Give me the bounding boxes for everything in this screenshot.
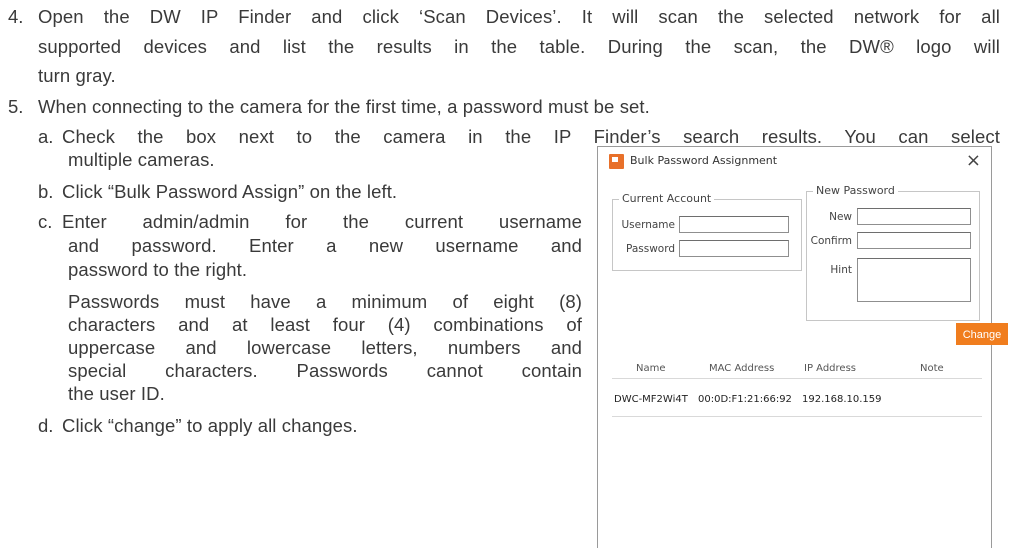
- step-5b-letter: b.: [38, 181, 54, 202]
- hint-input[interactable]: [857, 258, 971, 302]
- step-5c-line-2: and password. Enter a new username and: [68, 235, 582, 256]
- confirm-label: Confirm: [810, 235, 852, 247]
- step-4-line-2: supported devices and list the results i…: [38, 36, 1000, 57]
- current-username-input[interactable]: [679, 216, 789, 233]
- new-password-group: New Password New Confirm Hint: [806, 184, 980, 321]
- step-5b-line: Click “Bulk Password Assign” on the left…: [62, 181, 398, 202]
- change-button[interactable]: Change: [956, 323, 1008, 345]
- new-password-input[interactable]: [857, 208, 971, 225]
- confirm-password-input[interactable]: [857, 232, 971, 249]
- password-label: Password: [625, 243, 675, 255]
- bulk-password-dialog: Bulk Password Assignment × Current Accou…: [597, 146, 1008, 548]
- new-label: New: [829, 211, 852, 223]
- step-5-number: 5.: [8, 96, 24, 117]
- current-account-label: Current Account: [619, 192, 715, 205]
- column-header-note[interactable]: Note: [920, 363, 944, 374]
- column-header-ip[interactable]: IP Address: [804, 363, 856, 374]
- username-label: Username: [621, 219, 675, 231]
- step-5c-letter: c.: [38, 211, 53, 232]
- column-header-mac[interactable]: MAC Address: [709, 363, 774, 374]
- password-note-line-1: Passwords must have a minimum of eight (…: [68, 291, 582, 312]
- new-password-label: New Password: [813, 184, 898, 197]
- step-5c-line-3: password to the right.: [68, 259, 248, 280]
- password-note-line-3: uppercase and lowercase letters, numbers…: [68, 337, 582, 358]
- cell-mac: 00:0D:F1:21:66:92: [698, 394, 792, 405]
- close-icon[interactable]: ×: [966, 150, 981, 171]
- cell-ip: 192.168.10.159: [802, 394, 882, 405]
- step-5d-line: Click “change” to apply all changes.: [62, 415, 358, 436]
- dialog-title: Bulk Password Assignment: [630, 154, 778, 167]
- step-5-line: When connecting to the camera for the fi…: [38, 96, 650, 117]
- current-account-group: Current Account Username Password: [612, 192, 802, 271]
- step-4-line-3: turn gray.: [38, 65, 116, 86]
- step-5a-letter: a.: [38, 126, 54, 147]
- step-4-line-1: Open the DW IP Finder and click ‘Scan De…: [38, 6, 1000, 27]
- table-header-divider: [612, 378, 982, 379]
- current-password-input[interactable]: [679, 240, 789, 257]
- step-4-number: 4.: [8, 6, 24, 27]
- password-note-line-4: special characters. Passwords cannot con…: [68, 360, 582, 381]
- column-header-name[interactable]: Name: [636, 363, 666, 374]
- step-5c-line-1: Enter admin/admin for the current userna…: [62, 211, 582, 232]
- password-note-line-2: characters and at least four (4) combina…: [68, 314, 582, 335]
- cell-name: DWC-MF2Wi4T: [614, 394, 688, 405]
- step-5a-line-2: multiple cameras.: [68, 149, 215, 170]
- password-note-line-5: the user ID.: [68, 383, 165, 404]
- dialog-titlebar: Bulk Password Assignment ×: [598, 147, 991, 177]
- manual-page: 4. Open the DW IP Finder and click ‘Scan…: [0, 0, 1010, 548]
- table-row-divider: [612, 416, 982, 417]
- step-5d-letter: d.: [38, 415, 54, 436]
- app-logo-icon: [609, 154, 624, 169]
- hint-label: Hint: [830, 264, 852, 276]
